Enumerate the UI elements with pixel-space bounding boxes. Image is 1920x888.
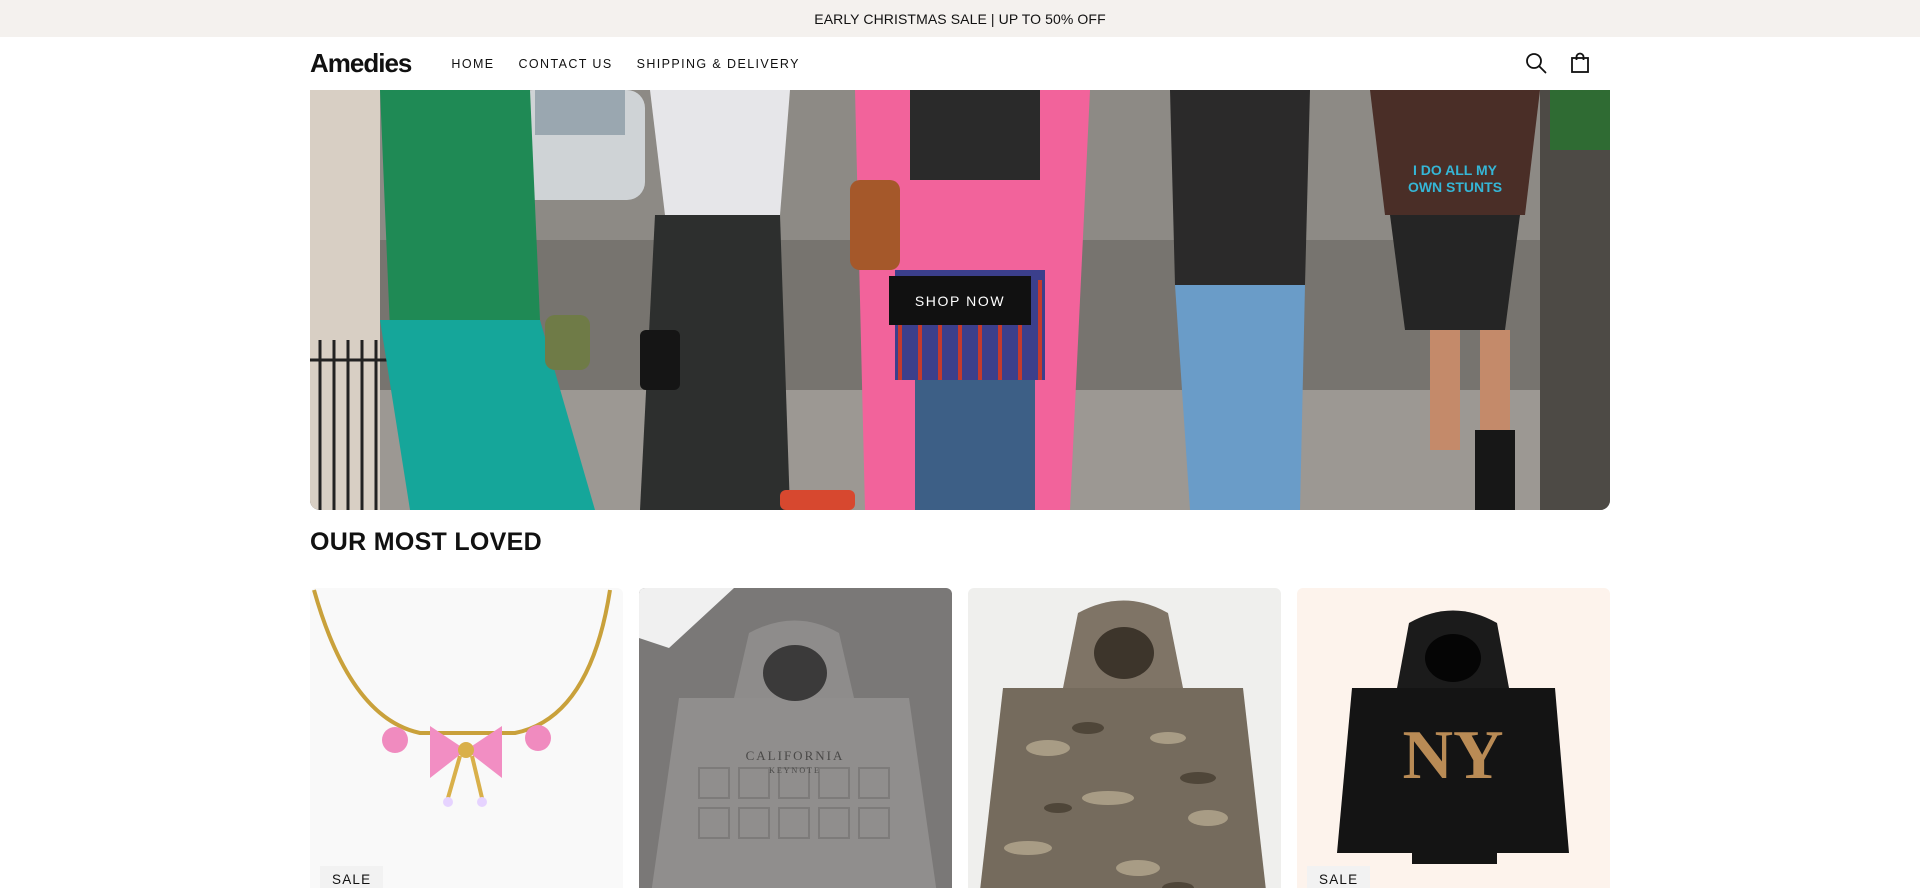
announcement-bar: EARLY CHRISTMAS SALE | UP TO 50% OFF bbox=[0, 0, 1920, 37]
main-nav: HOME CONTACT US SHIPPING & DELIVERY bbox=[451, 57, 823, 71]
necklace-image bbox=[310, 588, 623, 888]
sale-badge: SALE bbox=[320, 866, 384, 888]
product-card-camo-hoodie[interactable] bbox=[968, 588, 1281, 888]
site-header: Amedies HOME CONTACT US SHIPPING & DELIV… bbox=[310, 37, 1610, 90]
shopping-bag-icon[interactable] bbox=[1568, 49, 1592, 77]
product-card-grey-hoodie[interactable]: CALIFORNIA KEYNOTE bbox=[639, 588, 952, 888]
logo[interactable]: Amedies bbox=[310, 48, 412, 79]
grey-hoodie-image: CALIFORNIA KEYNOTE bbox=[639, 588, 952, 888]
svg-text:I DO ALL MY: I DO ALL MY bbox=[1413, 162, 1498, 178]
product-card-necklace[interactable]: SALE bbox=[310, 588, 623, 888]
nav-home[interactable]: HOME bbox=[451, 57, 494, 71]
ny-hoodie-image: NY bbox=[1297, 588, 1610, 888]
nav-shipping-delivery[interactable]: SHIPPING & DELIVERY bbox=[637, 57, 800, 71]
sale-badge: SALE bbox=[1307, 866, 1371, 888]
svg-text:OWN STUNTS: OWN STUNTS bbox=[1408, 179, 1502, 195]
search-icon[interactable] bbox=[1524, 49, 1548, 77]
shop-now-button[interactable]: SHOP NOW bbox=[889, 276, 1031, 325]
header-icons bbox=[1524, 49, 1592, 77]
product-grid: SALE CALIFORNIA KEYNOTE NY SALE bbox=[310, 588, 1610, 888]
nav-contact-us[interactable]: CONTACT US bbox=[519, 57, 613, 71]
camo-hoodie-image bbox=[968, 588, 1281, 888]
product-card-ny-hoodie[interactable]: NY SALE bbox=[1297, 588, 1610, 888]
hoodie-ny-logo: NY bbox=[1402, 717, 1503, 794]
announcement-text: EARLY CHRISTMAS SALE | UP TO 50% OFF bbox=[814, 10, 1106, 27]
hero-banner: I DO ALL MY OWN STUNTS SHOP NOW bbox=[310, 90, 1610, 510]
hoodie-print-subtext: KEYNOTE bbox=[769, 766, 821, 775]
hoodie-print-text: CALIFORNIA bbox=[746, 748, 845, 763]
section-title: OUR MOST LOVED bbox=[310, 528, 542, 556]
